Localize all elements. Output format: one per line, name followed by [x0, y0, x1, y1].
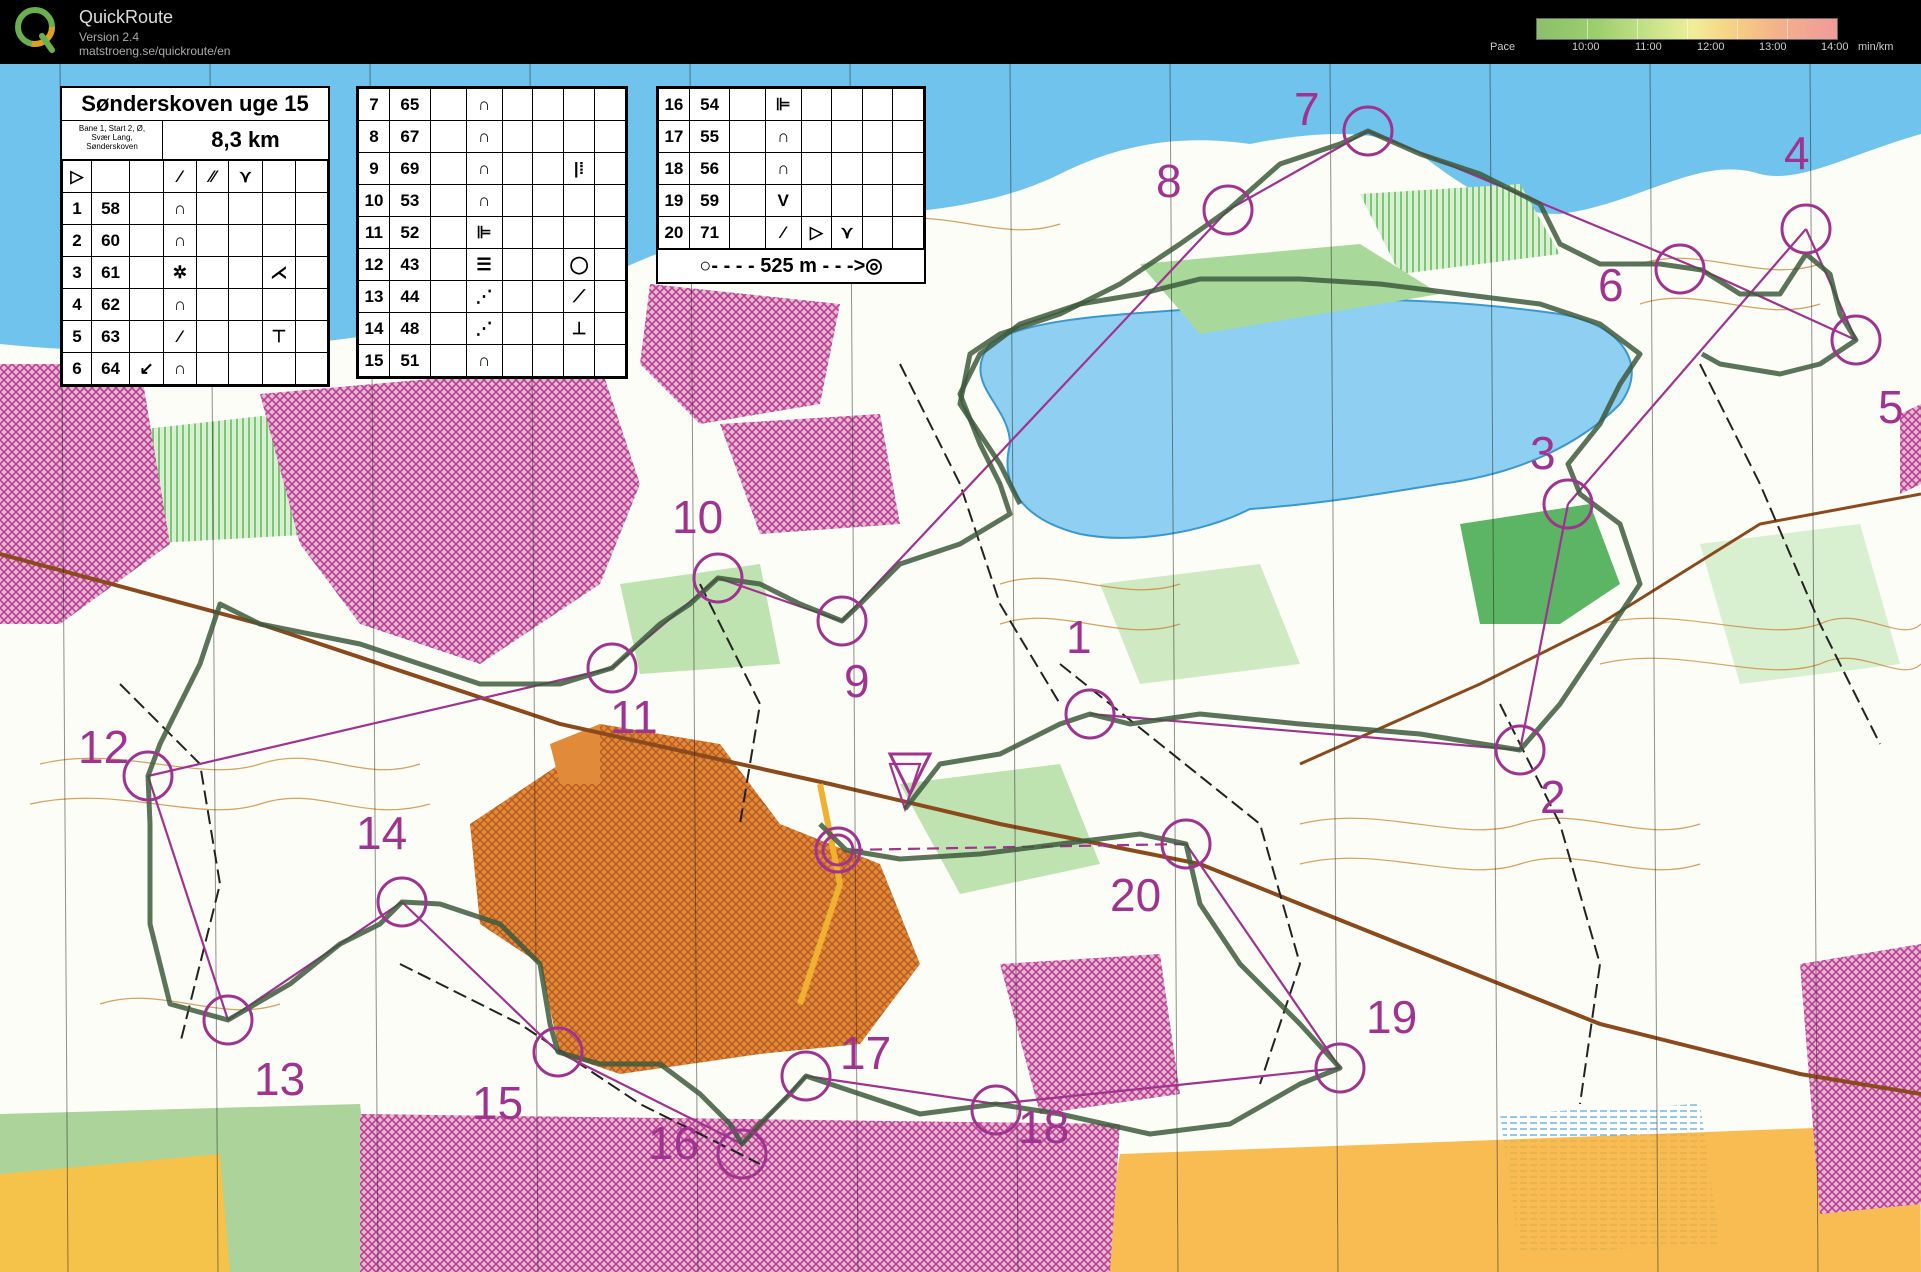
pace-color-scale [1536, 18, 1838, 40]
controls-table-3: 16 54 ⊫ 17 55 ∩ 18 56 ∩ 19 59 V 20 71 ⁄ ▷ ⋎ [658, 88, 924, 249]
orienteering-map[interactable]: 1 2 3 4 5 6 7 8 9 10 11 12 13 14 15 16 1… [0, 64, 1921, 1272]
control-row: 14 48 ⋰ ⊥ [358, 312, 626, 345]
control-label: 20 [1110, 869, 1162, 921]
control-label: 10 [672, 491, 724, 543]
pace-tick: 11:00 [1635, 41, 1662, 53]
control-row: 6 64 ↙ ∩ [62, 352, 328, 385]
control-label: 16 [648, 1117, 700, 1169]
controls-table-2: 7 65 ∩ 8 67 ∩ 9 69 ∩ |⁞ 10 53 ∩ 11 52 ⊫ 12 43 ☰ ◯ 13 44… [358, 88, 626, 377]
control-label: 1 [1066, 611, 1092, 663]
control-label: 11 [610, 691, 658, 743]
course-length: 8,3 km [211, 127, 280, 152]
control-label: 13 [254, 1053, 306, 1105]
control-row: 16 54 ⊫ [658, 88, 924, 121]
control-row: 11 52 ⊫ [358, 216, 626, 249]
app-version: Version 2.4 [79, 30, 140, 44]
control-label: 2 [1540, 771, 1566, 823]
control-description-sheet-1: Sønderskoven uge 15 Bane 1, Start 2, Ø, … [60, 86, 330, 387]
control-label: 7 [1294, 83, 1320, 135]
control-label: 14 [356, 807, 408, 859]
pace-unit: min/km [1858, 41, 1894, 53]
start-circle-icon: ○- - - - [699, 255, 755, 277]
control-row: 1 58 ∩ [62, 192, 328, 225]
pace-tick: 13:00 [1759, 41, 1787, 53]
control-row: 17 55 ∩ [658, 120, 924, 153]
finish-distance-row: ○- - - - 525 m - - ->◎ [658, 249, 924, 282]
course-info-line: Sønderskoven [86, 142, 138, 151]
control-row: 10 53 ∩ [358, 184, 626, 217]
control-row: 15 51 ∩ [358, 344, 626, 377]
pace-tick: 14:00 [1821, 41, 1849, 53]
pace-tick: 12:00 [1697, 41, 1725, 53]
control-label: 19 [1366, 991, 1418, 1043]
control-description-sheet-3: 16 54 ⊫ 17 55 ∩ 18 56 ∩ 19 59 V 20 71 ⁄ ▷ ⋎ ○- - - -… [656, 86, 926, 284]
control-row: 19 59 V [658, 184, 924, 217]
control-label: 18 [1018, 1101, 1070, 1153]
app-header: QuickRoute Version 2.4 matstroeng.se/qui… [0, 0, 1921, 64]
control-label: 12 [78, 721, 130, 773]
quickroute-logo-icon [15, 7, 55, 53]
control-label: 17 [840, 1027, 892, 1079]
control-label: 9 [844, 655, 870, 707]
control-label: 15 [472, 1077, 524, 1129]
control-row: 13 44 ⋰ ⟋ [358, 280, 626, 313]
pace-tick: 10:00 [1572, 41, 1600, 53]
controls-table-1: ▷ ⁄ ⁄⁄ ⋎ 1 58 ∩ 2 60 ∩ 3 61 ✲ ⋌ 4 62 ∩ 5 63 ⁄ ⊤ 6 64 ↙ ∩ [62, 160, 328, 385]
finish-icon: - - ->◎ [822, 255, 883, 277]
control-description-sheet-2: 7 65 ∩ 8 67 ∩ 9 69 ∩ |⁞ 10 53 ∩ 11 52 ⊫ 12 43 ☰ ◯ 13 44… [356, 86, 628, 379]
control-row: 4 62 ∩ [62, 288, 328, 321]
control-row: 18 56 ∩ [658, 152, 924, 185]
app-title: QuickRoute [79, 7, 174, 27]
control-row: 8 67 ∩ [358, 120, 626, 153]
course-info-line: Svær Lang, [91, 133, 133, 142]
pace-label: Pace [1490, 41, 1516, 53]
control-row: 3 61 ✲ ⋌ [62, 256, 328, 289]
control-label: 5 [1878, 381, 1904, 433]
control-row: 12 43 ☰ ◯ [358, 248, 626, 281]
control-row: 9 69 ∩ |⁞ [358, 152, 626, 185]
finish-distance: 525 m [760, 255, 817, 277]
control-label: 8 [1156, 155, 1182, 207]
open-land [0, 1154, 230, 1272]
app-url[interactable]: matstroeng.se/quickroute/en [79, 44, 230, 58]
start-triangle-icon: ▷ [62, 160, 92, 193]
control-row: 7 65 ∩ [358, 88, 626, 121]
control-row: 5 63 ⁄ ⊤ [62, 320, 328, 353]
control-row: 20 71 ⁄ ▷ ⋎ [658, 216, 924, 249]
course-info-line: Bane 1, Start 2, Ø, [78, 124, 146, 133]
course-info: Bane 1, Start 2, Ø, Svær Lang, Søndersko… [62, 121, 163, 159]
control-label: 4 [1784, 127, 1810, 179]
control-row: 2 60 ∩ [62, 224, 328, 257]
control-label: 6 [1598, 259, 1624, 311]
course-title: Sønderskoven uge 15 [62, 88, 328, 121]
control-label: 3 [1530, 427, 1556, 479]
